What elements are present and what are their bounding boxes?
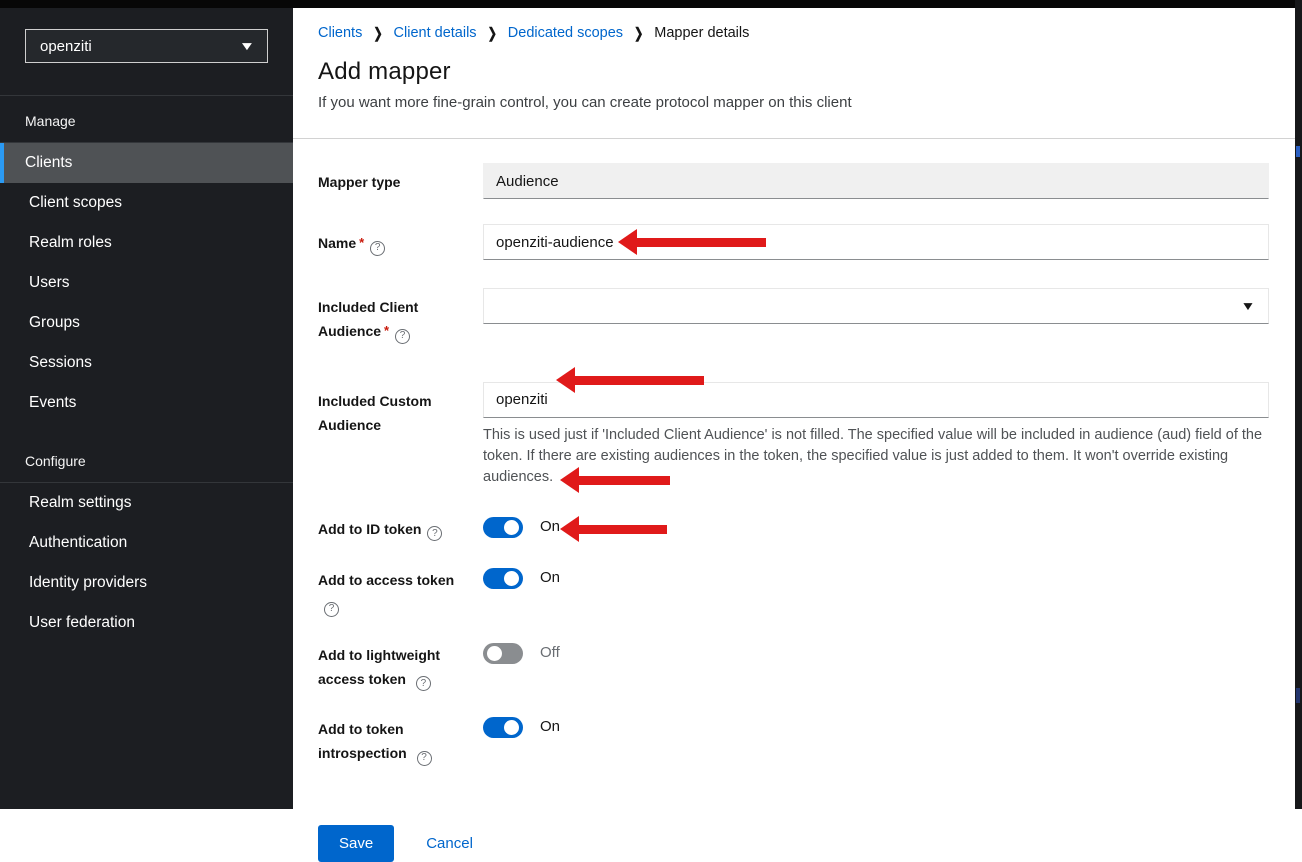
- sidebar-item-client-scopes[interactable]: Client scopes: [0, 183, 293, 223]
- chevron-down-icon: ▼: [239, 39, 256, 53]
- sidebar-item-realm-settings[interactable]: Realm settings: [0, 483, 293, 523]
- sidebar-item-events[interactable]: Events: [0, 383, 293, 423]
- included-custom-audience-input[interactable]: [483, 382, 1269, 418]
- sidebar-item-identity-providers[interactable]: Identity providers: [0, 563, 293, 603]
- sidebar-item-realm-roles[interactable]: Realm roles: [0, 223, 293, 263]
- help-icon[interactable]: ?: [324, 602, 339, 617]
- add-to-token-introspection-toggle[interactable]: [483, 717, 523, 738]
- cancel-button[interactable]: Cancel: [426, 835, 473, 852]
- caret-down-icon: ▼: [1240, 299, 1255, 313]
- add-to-lightweight-access-token-state: Off: [540, 643, 560, 661]
- breadcrumb-link-clients[interactable]: Clients: [318, 25, 362, 41]
- add-to-access-token-state: On: [540, 568, 560, 586]
- add-mapper-form: Mapper type Audience Name*? Included Cli…: [293, 139, 1295, 862]
- included-custom-audience-row: Included Custom Audience This is used ju…: [318, 382, 1269, 488]
- scrollbar-thumb: [1296, 688, 1300, 703]
- included-client-audience-select[interactable]: ▼: [483, 288, 1269, 324]
- toggle-knob: [487, 646, 502, 661]
- help-icon[interactable]: ?: [395, 329, 410, 344]
- name-row: Name*?: [318, 224, 1269, 260]
- masthead: [0, 0, 1302, 8]
- mapper-type-row: Mapper type Audience: [318, 163, 1269, 199]
- required-marker: *: [384, 323, 389, 338]
- add-to-id-token-row: Add to ID token? On: [318, 517, 1269, 542]
- name-input[interactable]: [483, 224, 1269, 260]
- included-custom-audience-label: Included Custom Audience: [318, 382, 483, 488]
- page-title: Add mapper: [318, 58, 1269, 86]
- breadcrumb-current: Mapper details: [654, 25, 749, 41]
- toggle-knob: [504, 520, 519, 535]
- breadcrumb-separator-icon: ❯: [488, 25, 497, 42]
- add-to-id-token-label: Add to ID token?: [318, 517, 483, 542]
- name-label: Name*?: [318, 224, 483, 260]
- main-content: Clients ❯ Client details ❯ Dedicated sco…: [293, 8, 1295, 809]
- breadcrumb-separator-icon: ❯: [634, 25, 643, 42]
- sidebar-item-user-federation[interactable]: User federation: [0, 603, 293, 643]
- included-custom-audience-help: This is used just if 'Included Client Au…: [483, 425, 1269, 488]
- breadcrumb-separator-icon: ❯: [373, 25, 382, 42]
- breadcrumb-link-client-details[interactable]: Client details: [394, 25, 477, 41]
- add-to-access-token-row: Add to access token ? On: [318, 568, 1269, 617]
- sidebar-item-groups[interactable]: Groups: [0, 303, 293, 343]
- add-to-access-token-toggle[interactable]: [483, 568, 523, 589]
- realm-selector-value: openziti: [40, 38, 92, 55]
- sidebar-item-clients[interactable]: Clients: [0, 143, 293, 183]
- sidebar-section-manage: Manage: [0, 96, 293, 142]
- mapper-type-label: Mapper type: [318, 163, 483, 199]
- form-actions: Save Cancel: [318, 825, 1269, 862]
- help-icon[interactable]: ?: [417, 751, 432, 766]
- sidebar-item-sessions[interactable]: Sessions: [0, 343, 293, 383]
- required-marker: *: [359, 235, 364, 250]
- add-to-lightweight-access-token-row: Add to lightweight access token ? Off: [318, 643, 1269, 692]
- page-header: Clients ❯ Client details ❯ Dedicated sco…: [293, 8, 1295, 139]
- sidebar: openziti ▼ Manage Clients Client scopes …: [0, 8, 293, 809]
- scrollbar-thumb: [1296, 146, 1300, 157]
- add-to-access-token-label: Add to access token ?: [318, 568, 483, 617]
- included-client-audience-label: Included Client Audience*?: [318, 288, 483, 344]
- included-client-audience-row: Included Client Audience*? ▼: [318, 288, 1269, 344]
- realm-selector[interactable]: openziti ▼: [25, 29, 268, 63]
- add-to-id-token-state: On: [540, 517, 560, 535]
- breadcrumb-link-dedicated-scopes[interactable]: Dedicated scopes: [508, 25, 623, 41]
- toggle-knob: [504, 571, 519, 586]
- scrollbar[interactable]: [1295, 0, 1302, 809]
- mapper-type-field: Audience: [483, 163, 1269, 199]
- sidebar-item-users[interactable]: Users: [0, 263, 293, 303]
- sidebar-item-authentication[interactable]: Authentication: [0, 523, 293, 563]
- toggle-knob: [504, 720, 519, 735]
- help-icon[interactable]: ?: [427, 526, 442, 541]
- save-button[interactable]: Save: [318, 825, 394, 862]
- sidebar-section-configure: Configure: [0, 423, 293, 482]
- add-to-token-introspection-label: Add to token introspection ?: [318, 717, 483, 766]
- help-icon[interactable]: ?: [370, 241, 385, 256]
- breadcrumb: Clients ❯ Client details ❯ Dedicated sco…: [318, 25, 1269, 41]
- help-icon[interactable]: ?: [416, 676, 431, 691]
- add-to-lightweight-access-token-toggle[interactable]: [483, 643, 523, 664]
- add-to-token-introspection-state: On: [540, 717, 560, 735]
- page-subtitle: If you want more fine-grain control, you…: [318, 94, 1269, 111]
- add-to-lightweight-access-token-label: Add to lightweight access token ?: [318, 643, 483, 692]
- add-to-token-introspection-row: Add to token introspection ? On: [318, 717, 1269, 766]
- add-to-id-token-toggle[interactable]: [483, 517, 523, 538]
